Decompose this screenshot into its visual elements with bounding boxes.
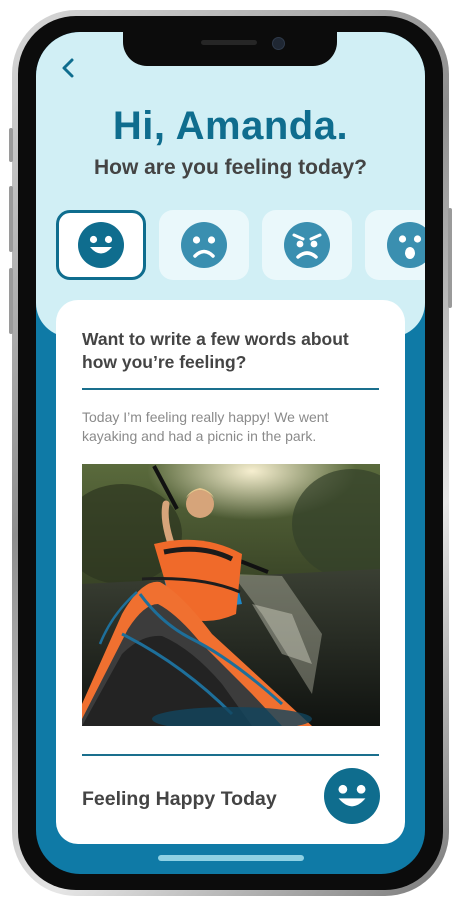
journal-entry-text[interactable]: Today I’m feeling really happy! We went … <box>82 408 382 446</box>
feeling-question: How are you feeling today? <box>93 156 368 179</box>
mood-selector <box>56 210 425 280</box>
footer-divider <box>82 754 379 756</box>
speaker-grille <box>201 40 257 45</box>
greeting-title: Hi, Amanda. <box>112 104 349 148</box>
home-indicator[interactable] <box>158 855 304 861</box>
current-mood-badge <box>324 768 380 829</box>
volume-down-button <box>9 268 13 334</box>
mood-option-surprised[interactable] <box>365 210 425 280</box>
power-button <box>448 208 452 308</box>
happy-face-icon <box>78 222 124 268</box>
feeling-summary: Feeling Happy Today <box>82 788 277 810</box>
kayaking-photo-illustration <box>82 464 380 726</box>
journal-card: Want to write a few words about how you’… <box>56 300 405 844</box>
chevron-left-icon <box>62 58 74 78</box>
journal-prompt: Want to write a few words about how you’… <box>82 329 349 372</box>
header-panel <box>36 32 425 337</box>
mood-option-sad[interactable] <box>159 210 249 280</box>
prompt-divider <box>82 388 379 390</box>
happy-face-icon <box>324 768 380 824</box>
phone-notch <box>123 32 337 66</box>
mute-switch <box>9 128 13 162</box>
front-camera <box>272 37 285 50</box>
mood-option-angry[interactable] <box>262 210 352 280</box>
surprised-face-icon <box>387 222 425 268</box>
app-screen: Hi, Amanda. How are you feeling today? W… <box>36 32 425 874</box>
kayaking-photo[interactable] <box>82 464 380 726</box>
back-button[interactable] <box>56 54 80 82</box>
sad-face-icon <box>181 222 227 268</box>
mood-option-happy[interactable] <box>56 210 146 280</box>
angry-face-icon <box>284 222 330 268</box>
volume-up-button <box>9 186 13 252</box>
